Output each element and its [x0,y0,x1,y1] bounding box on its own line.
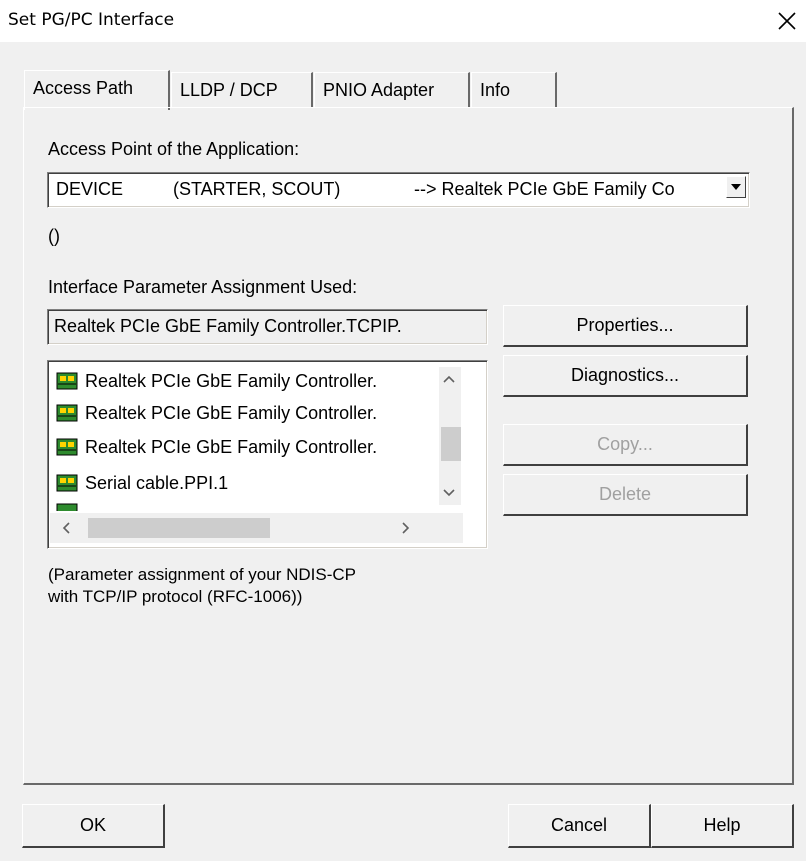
list-item-label: Realtek PCIe GbE Family Controller. [85,403,378,423]
interface-param-label: Interface Parameter Assignment Used: [48,277,358,297]
combo-col-device: DEVICE [56,179,124,199]
network-adapter-icon [56,438,78,456]
list-item[interactable] [56,503,80,511]
cancel-button[interactable]: Cancel [508,804,651,848]
combo-col-target: --> Realtek PCIe GbE Family Co [414,179,675,199]
tab-label: PNIO Adapter [323,80,435,100]
access-point-combobox[interactable]: DEVICE (STARTER, SCOUT) --> Realtek PCIe… [47,172,750,208]
access-point-note: () [48,226,60,246]
list-item[interactable]: Realtek PCIe GbE Family Controller. [56,369,377,393]
close-icon[interactable] [772,8,802,34]
network-adapter-icon [56,404,78,422]
vertical-scrollbar-thumb[interactable] [441,427,461,461]
list-item-label: Realtek PCIe GbE Family Controller. [85,437,378,457]
horizontal-scrollbar-thumb[interactable] [88,518,270,538]
ok-button[interactable]: OK [22,804,165,848]
interface-listbox[interactable]: Realtek PCIe GbE Family Controller. Real… [47,360,488,549]
tab-label: LLDP / DCP [180,80,278,100]
scroll-left-icon[interactable] [56,518,76,538]
tab-access-path[interactable]: Access Path [24,70,170,110]
scroll-right-icon[interactable] [396,518,416,538]
list-item[interactable]: Realtek PCIe GbE Family Controller. [56,435,377,459]
interface-param-value: Realtek PCIe GbE Family Controller.TCPIP… [54,316,402,336]
list-item[interactable]: Serial cable.PPI.1 [56,471,228,495]
tab-info[interactable]: Info [471,72,557,108]
diagnostics-button[interactable]: Diagnostics... [503,355,748,397]
properties-button[interactable]: Properties... [503,305,748,347]
description-line-1: (Parameter assignment of your NDIS-CP [48,565,356,584]
description-line-2: with TCP/IP protocol (RFC-1006)) [48,587,303,606]
interface-param-field: Realtek PCIe GbE Family Controller.TCPIP… [47,309,488,345]
scroll-down-icon[interactable] [439,483,459,503]
list-item[interactable]: Realtek PCIe GbE Family Controller. [56,401,377,425]
network-adapter-icon [56,372,78,390]
network-adapter-icon [56,503,78,511]
chevron-down-icon[interactable] [726,176,746,198]
access-point-label: Access Point of the Application: [48,139,300,159]
help-button[interactable]: Help [651,804,794,848]
list-item-label: Realtek PCIe GbE Family Controller. [85,371,378,391]
delete-button[interactable]: Delete [503,474,748,516]
title-bar: Set PG/PC Interface [0,0,806,42]
vertical-scrollbar[interactable] [439,367,461,505]
tab-label: Info [480,80,511,100]
tab-label: Access Path [33,78,134,98]
list-item-label: Serial cable.PPI.1 [85,473,229,493]
network-adapter-icon [56,474,78,492]
tab-pnio-adapter[interactable]: PNIO Adapter [314,72,470,108]
combo-col-app: (STARTER, SCOUT) [173,179,341,199]
copy-button[interactable]: Copy... [503,424,748,466]
scroll-up-icon[interactable] [439,369,459,389]
window-title: Set PG/PC Interface [8,10,175,30]
horizontal-scrollbar[interactable] [50,513,463,543]
tab-lldp-dcp[interactable]: LLDP / DCP [171,72,313,108]
